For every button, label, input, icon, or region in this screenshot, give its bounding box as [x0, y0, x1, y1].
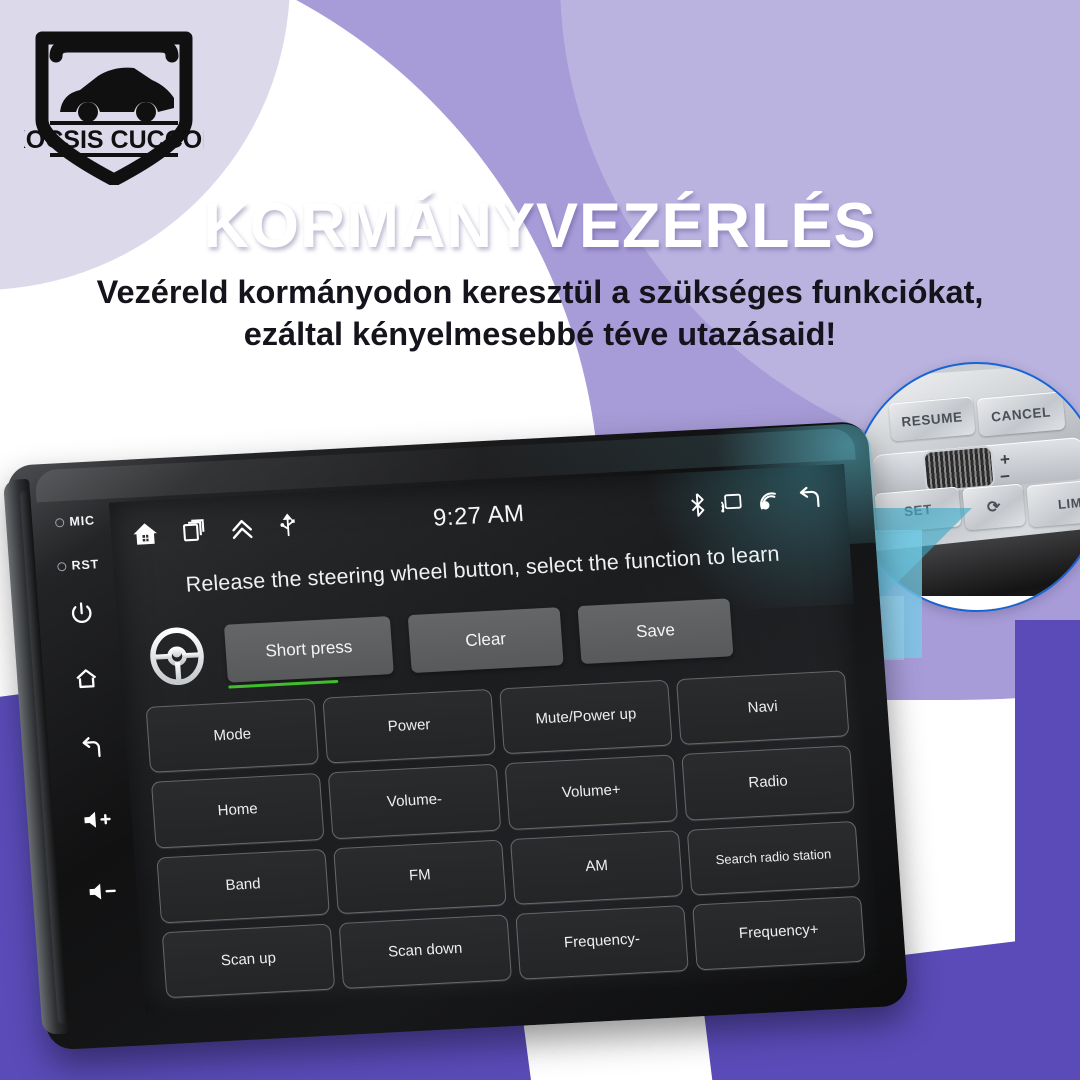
function-button-mode[interactable]: Mode [145, 698, 320, 774]
function-grid: Mode Power Mute/Power up Navi Home Volum… [145, 670, 866, 999]
resume-button-photo: RESUME [888, 396, 976, 442]
mic-indicator: MIC [55, 513, 95, 529]
poster-canvas: KOCSIS CUCCOK KORMÁNYVEZÉRLÉS Vezéreld k… [0, 0, 1080, 1080]
clear-label: Clear [464, 629, 507, 651]
function-button-fm[interactable]: FM [333, 838, 507, 914]
function-button-frequency-down[interactable]: Frequency- [515, 904, 689, 980]
function-button-scan-down[interactable]: Scan down [338, 914, 513, 989]
save-label: Save [635, 620, 676, 642]
volume-up-icon [84, 811, 111, 828]
function-button-frequency-up[interactable]: Frequency+ [692, 895, 866, 971]
cruise-icon-button-photo: ⟳ [962, 483, 1026, 531]
back-arrow-icon [82, 737, 101, 758]
function-button-volume-up[interactable]: Volume+ [504, 754, 679, 830]
function-button-band[interactable]: Band [156, 848, 330, 924]
function-button-volume-down[interactable]: Volume- [327, 763, 502, 839]
home-outline-icon [76, 669, 97, 689]
function-button-radio[interactable]: Radio [681, 745, 855, 821]
function-button-scan-up[interactable]: Scan up [161, 923, 336, 999]
volume-down-icon [89, 883, 116, 900]
lim-button-photo: LIM [1026, 478, 1080, 528]
clear-button[interactable]: Clear [407, 607, 564, 674]
function-button-power[interactable]: Power [322, 688, 496, 764]
brand-logo: KOCSIS CUCCOK [24, 20, 204, 185]
function-button-home[interactable]: Home [150, 773, 325, 849]
short-press-label: Short press [264, 637, 353, 661]
steering-wheel-icon-glyph [150, 627, 204, 685]
logo-text: KOCSIS CUCCOK [24, 126, 204, 154]
page-title: KORMÁNYVEZÉRLÉS [203, 191, 877, 261]
power-icon [71, 602, 92, 623]
dot-icon [57, 561, 67, 571]
function-button-navi[interactable]: Navi [675, 670, 850, 746]
function-button-am[interactable]: AM [509, 829, 684, 905]
back-key[interactable] [77, 735, 107, 762]
power-key[interactable] [68, 600, 96, 627]
head-unit-screen: 9:27 AM Release the steering wheel butto… [108, 464, 881, 1014]
volume-down-key[interactable] [85, 879, 119, 905]
cancel-button-photo: CANCEL [976, 391, 1066, 437]
car-head-unit: MIC RST 9:27 AM Release the steering whe… [3, 420, 909, 1051]
save-button[interactable]: Save [577, 598, 734, 665]
mic-label: MIC [68, 513, 96, 529]
page-subtitle: Vezéreld kormányodon keresztül a szükség… [96, 274, 984, 352]
function-button-mute-power-up[interactable]: Mute/Power up [499, 679, 673, 755]
dot-icon [55, 517, 65, 527]
steering-wheel-icon [144, 624, 210, 689]
rst-label: RST [71, 557, 100, 573]
short-press-button[interactable]: Short press [223, 616, 394, 689]
reset-indicator[interactable]: RST [57, 557, 99, 573]
home-key[interactable] [73, 665, 101, 692]
function-button-search-radio-station[interactable]: Search radio station [686, 820, 861, 896]
volume-up-key[interactable] [80, 807, 114, 833]
